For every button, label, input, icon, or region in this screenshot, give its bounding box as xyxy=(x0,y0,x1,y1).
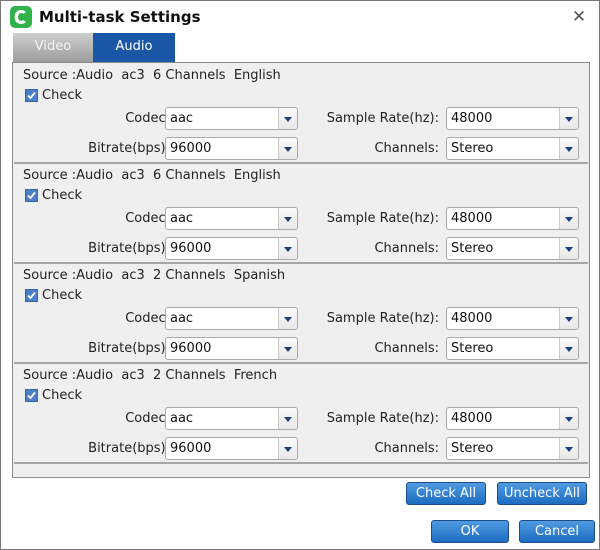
audio-settings-panel: Source :Audio ac3 6 Channels English Che… xyxy=(12,62,590,478)
audio-track-list: Source :Audio ac3 6 Channels English Che… xyxy=(14,64,588,464)
codec-select[interactable]: aac xyxy=(165,407,298,430)
ok-button[interactable]: OK xyxy=(431,520,509,543)
audio-track-group: Source :Audio ac3 2 Channels French Chec… xyxy=(14,364,588,464)
channels-select[interactable]: Stereo xyxy=(446,237,579,260)
checkbox-checked-icon[interactable] xyxy=(25,389,38,402)
check-label: Check xyxy=(42,288,82,303)
bitrate-value: 96000 xyxy=(170,441,212,456)
tab-video[interactable]: Video xyxy=(13,33,93,62)
bitrate-select[interactable]: 96000 xyxy=(165,437,298,460)
dropdown-arrow-icon[interactable] xyxy=(559,238,578,259)
codec-value: aac xyxy=(170,311,194,326)
channels-value: Stereo xyxy=(451,241,494,256)
channels-value: Stereo xyxy=(451,441,494,456)
codec-select[interactable]: aac xyxy=(165,307,298,330)
dropdown-arrow-icon[interactable] xyxy=(278,438,297,459)
dropdown-arrow-icon[interactable] xyxy=(278,338,297,359)
audio-track-group: Source :Audio ac3 2 Channels Spanish Che… xyxy=(14,264,588,364)
codec-label: Codec: xyxy=(125,111,170,126)
dropdown-arrow-icon[interactable] xyxy=(278,238,297,259)
source-info: Source :Audio ac3 2 Channels Spanish xyxy=(23,268,286,283)
bitrate-label: Bitrate(bps): xyxy=(88,141,170,156)
sample-rate-label: Sample Rate(hz): xyxy=(326,311,439,326)
bitrate-select[interactable]: 96000 xyxy=(165,137,298,160)
checkbox-checked-icon[interactable] xyxy=(25,89,38,102)
codec-select[interactable]: aac xyxy=(165,107,298,130)
dropdown-arrow-icon[interactable] xyxy=(559,308,578,329)
bitrate-label: Bitrate(bps): xyxy=(88,441,170,456)
checkbox-checked-icon[interactable] xyxy=(25,189,38,202)
sample-rate-label: Sample Rate(hz): xyxy=(326,211,439,226)
channels-select[interactable]: Stereo xyxy=(446,137,579,160)
channels-value: Stereo xyxy=(451,341,494,356)
check-label: Check xyxy=(42,88,82,103)
dropdown-arrow-icon[interactable] xyxy=(278,308,297,329)
cancel-button[interactable]: Cancel xyxy=(519,520,595,543)
dropdown-arrow-icon[interactable] xyxy=(278,408,297,429)
source-info: Source :Audio ac3 6 Channels English xyxy=(23,68,281,83)
bitrate-label: Bitrate(bps): xyxy=(88,341,170,356)
codec-value: aac xyxy=(170,211,194,226)
bitrate-value: 96000 xyxy=(170,141,212,156)
dropdown-arrow-icon[interactable] xyxy=(559,408,578,429)
dropdown-arrow-icon[interactable] xyxy=(559,208,578,229)
window-title: Multi-task Settings xyxy=(39,8,201,26)
codec-value: aac xyxy=(170,111,194,126)
sample-rate-select[interactable]: 48000 xyxy=(446,207,579,230)
channels-label: Channels: xyxy=(374,441,439,456)
check-all-button[interactable]: Check All xyxy=(406,482,486,505)
sample-rate-select[interactable]: 48000 xyxy=(446,407,579,430)
sample-rate-label: Sample Rate(hz): xyxy=(326,111,439,126)
codec-label: Codec: xyxy=(125,311,170,326)
bitrate-select[interactable]: 96000 xyxy=(165,237,298,260)
codec-value: aac xyxy=(170,411,194,426)
bitrate-value: 96000 xyxy=(170,241,212,256)
dropdown-arrow-icon[interactable] xyxy=(559,108,578,129)
title-bar: Multi-task Settings ✕ xyxy=(1,1,599,33)
dropdown-arrow-icon[interactable] xyxy=(559,138,578,159)
dropdown-arrow-icon[interactable] xyxy=(559,438,578,459)
sample-rate-value: 48000 xyxy=(451,111,493,126)
channels-select[interactable]: Stereo xyxy=(446,337,579,360)
dropdown-arrow-icon[interactable] xyxy=(278,108,297,129)
source-info: Source :Audio ac3 2 Channels French xyxy=(23,368,278,383)
source-info: Source :Audio ac3 6 Channels English xyxy=(23,168,281,183)
dropdown-arrow-icon[interactable] xyxy=(278,208,297,229)
channels-label: Channels: xyxy=(374,241,439,256)
multi-task-settings-dialog: Multi-task Settings ✕ Video Audio Source… xyxy=(0,0,600,550)
codec-select[interactable]: aac xyxy=(165,207,298,230)
channels-select[interactable]: Stereo xyxy=(446,437,579,460)
audio-track-group: Source :Audio ac3 6 Channels English Che… xyxy=(14,164,588,264)
sample-rate-select[interactable]: 48000 xyxy=(446,307,579,330)
codec-label: Codec: xyxy=(125,411,170,426)
bitrate-select[interactable]: 96000 xyxy=(165,337,298,360)
tab-audio[interactable]: Audio xyxy=(93,33,175,62)
check-label: Check xyxy=(42,388,82,403)
sample-rate-value: 48000 xyxy=(451,311,493,326)
channels-label: Channels: xyxy=(374,341,439,356)
dropdown-arrow-icon[interactable] xyxy=(278,138,297,159)
app-logo-icon xyxy=(10,6,32,28)
bitrate-value: 96000 xyxy=(170,341,212,356)
dropdown-arrow-icon[interactable] xyxy=(559,338,578,359)
codec-label: Codec: xyxy=(125,211,170,226)
sample-rate-value: 48000 xyxy=(451,211,493,226)
channels-label: Channels: xyxy=(374,141,439,156)
uncheck-all-button[interactable]: Uncheck All xyxy=(497,482,587,505)
channels-value: Stereo xyxy=(451,141,494,156)
bitrate-label: Bitrate(bps): xyxy=(88,241,170,256)
checkbox-checked-icon[interactable] xyxy=(25,289,38,302)
sample-rate-value: 48000 xyxy=(451,411,493,426)
sample-rate-label: Sample Rate(hz): xyxy=(326,411,439,426)
close-icon[interactable]: ✕ xyxy=(569,7,589,27)
check-label: Check xyxy=(42,188,82,203)
audio-track-group: Source :Audio ac3 6 Channels English Che… xyxy=(14,64,588,164)
sample-rate-select[interactable]: 48000 xyxy=(446,107,579,130)
